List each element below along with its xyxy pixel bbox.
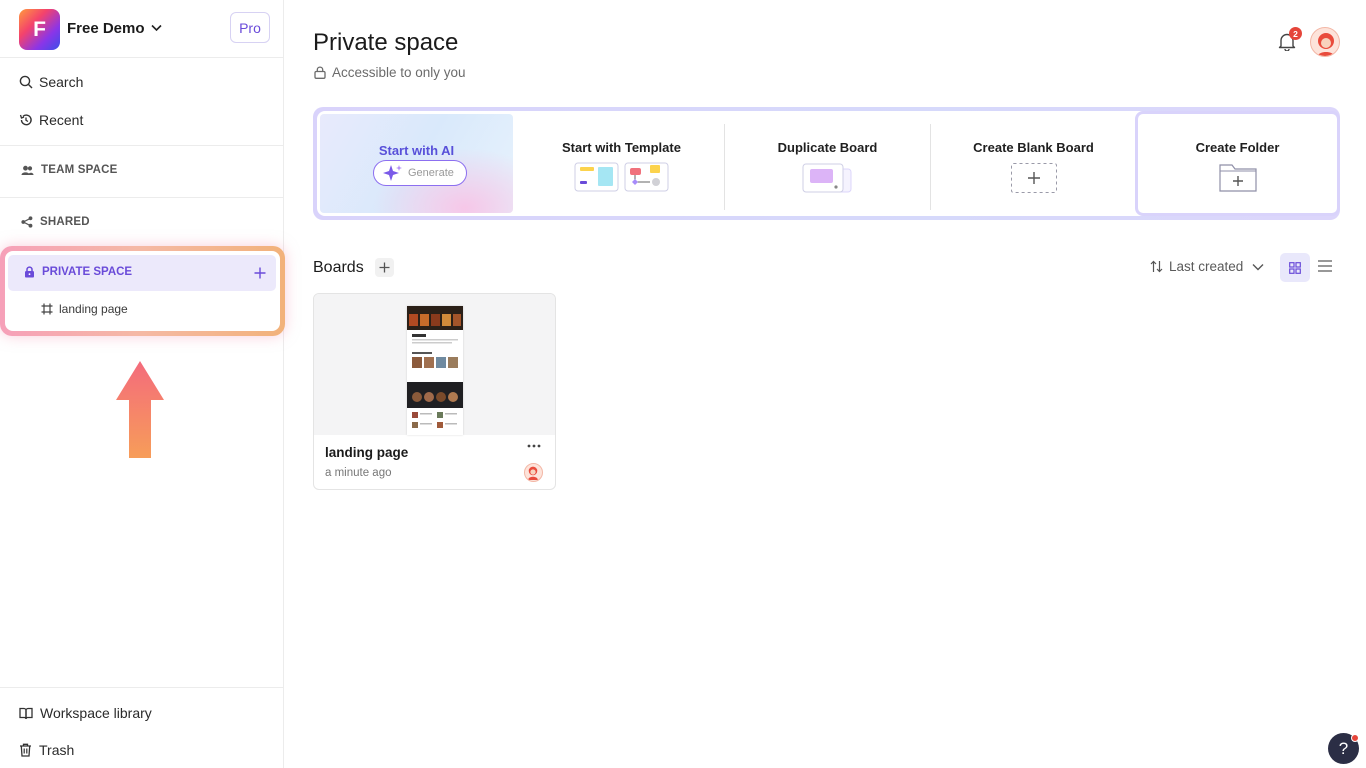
chevron-down-icon[interactable] [151,24,162,32]
sidebar-section-team-space[interactable]: TEAM SPACE [21,164,118,176]
workspace-header: F Free Demo Pro [0,0,283,58]
sidebar-item-label: Trash [39,742,75,758]
sidebar-item-label: landing page [59,302,128,316]
start-with-template-title: Start with Template [562,140,681,155]
sort-icon [1150,260,1163,273]
duplicate-board-title: Duplicate Board [777,140,878,155]
trash-icon [20,743,31,757]
avatar-illustration-icon [528,466,538,480]
board-card[interactable]: landing page a minute ago [313,293,556,490]
sidebar-section-private-space[interactable]: PRIVATE SPACE [8,255,276,291]
sort-dropdown[interactable]: Last created [1150,259,1264,274]
generate-placeholder: Generate [408,167,454,179]
plus-dashed-icon [1010,163,1057,193]
boards-section-title: Boards [313,259,364,276]
board-title: landing page [325,445,409,460]
duplicate-board-card[interactable]: Duplicate Board [725,111,930,216]
create-blank-board-card[interactable]: Create Blank Board [931,111,1136,216]
duplicate-icon [802,163,851,193]
sidebar: F Free Demo Pro Search Recent TEAM SPACE [0,0,285,768]
sidebar-item-label: Workspace library [40,705,152,721]
workspace-name[interactable]: Free Demo [67,20,145,37]
private-space-header: PRIVATE SPACE [24,266,132,278]
grid-view-button[interactable] [1280,253,1310,282]
grid-icon [1289,261,1301,274]
add-board-button[interactable] [375,258,394,277]
search-icon [19,75,33,89]
board-timestamp: a minute ago [325,467,392,479]
history-icon [19,114,32,126]
board-thumbnail [314,294,555,435]
landing-page-preview-icon [407,306,463,428]
book-icon [19,707,33,719]
thumbnail-preview [407,306,463,435]
page-subtitle: Accessible to only you [314,65,466,80]
sidebar-item-label: Recent [39,112,84,128]
section-label: PRIVATE SPACE [42,266,133,278]
subtitle-text: Accessible to only you [332,65,466,80]
team-icon [21,165,34,175]
sidebar-item-recent[interactable]: Recent [19,112,83,128]
create-folder-card[interactable]: Create Folder [1135,111,1340,216]
frame-icon [41,303,53,315]
divider [0,687,283,688]
divider [0,197,283,198]
create-blank-board-title: Create Blank Board [973,140,1094,155]
more-options-icon[interactable] [527,443,541,449]
pro-button[interactable]: Pro [230,12,270,43]
sparkle-icon [383,165,402,181]
private-space-highlight: PRIVATE SPACE landing page [0,246,285,336]
arrow-up-icon [110,356,170,462]
workspace-logo[interactable]: F [19,9,60,50]
start-with-ai-card[interactable]: Start with AI Generate [320,114,513,213]
add-icon[interactable] [254,267,266,279]
board-owner-avatar [524,463,543,482]
sidebar-item-search[interactable]: Search [19,74,83,90]
lock-outline-icon [314,66,326,79]
share-icon [21,216,33,228]
template-icon [574,162,668,192]
start-with-template-card[interactable]: Start with Template [519,111,724,216]
sidebar-item-landing-page[interactable]: landing page [41,302,128,316]
section-label: SHARED [40,216,90,228]
divider [0,145,283,146]
user-avatar[interactable] [1310,27,1340,57]
lock-icon [25,266,34,278]
sidebar-item-workspace-library[interactable]: Workspace library [19,705,152,721]
quick-actions-inner: Start with AI Generate Start with Templa… [317,111,1340,216]
quick-actions: Start with AI Generate Start with Templa… [313,107,1340,220]
chevron-down-icon [1252,263,1264,270]
sidebar-item-trash[interactable]: Trash [19,742,74,758]
sort-label: Last created [1169,259,1244,274]
create-folder-title: Create Folder [1195,140,1280,155]
add-icon [379,262,390,273]
page-title: Private space [313,29,459,56]
list-view-icon[interactable] [1317,259,1333,273]
ai-generate-input[interactable]: Generate [373,160,467,186]
avatar-illustration-icon [1317,33,1335,56]
sidebar-section-shared[interactable]: SHARED [21,216,90,228]
section-label: TEAM SPACE [41,164,118,176]
notification-badge: 2 [1289,27,1302,40]
folder-plus-icon [1218,164,1257,192]
private-space-panel: PRIVATE SPACE landing page [5,251,280,331]
help-notification-dot [1351,734,1359,742]
start-with-ai-title: Start with AI [378,143,455,158]
sidebar-item-label: Search [39,74,84,90]
